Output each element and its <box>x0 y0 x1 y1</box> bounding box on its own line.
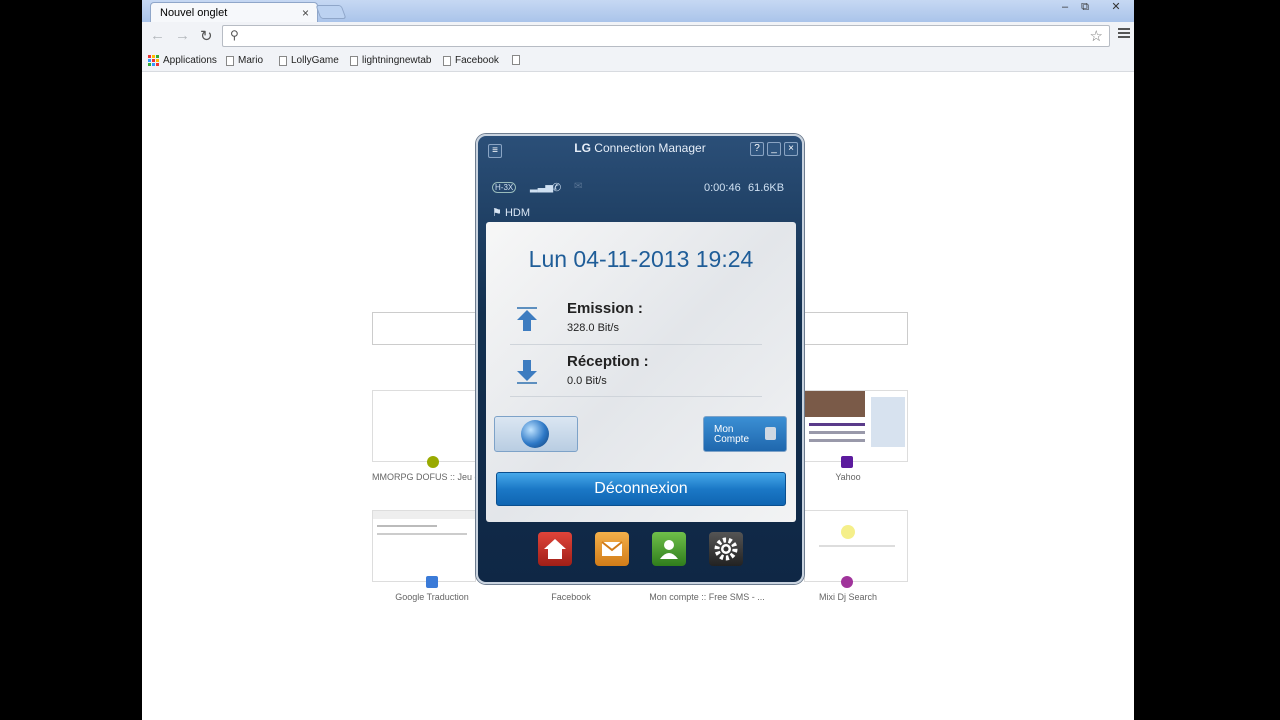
forward-icon[interactable]: → <box>175 27 190 44</box>
minimize-button[interactable]: _ <box>767 142 781 156</box>
bookmark-lollygame[interactable]: LollyGame <box>279 55 339 66</box>
reload-icon[interactable]: ↻ <box>200 27 213 45</box>
bookmark-label: Mario <box>238 55 264 66</box>
ntp-thumbnail-yahoo[interactable] <box>804 390 908 462</box>
close-window-button[interactable]: ✕ <box>1102 0 1130 16</box>
thumbnail-label: Facebook <box>551 592 591 602</box>
bookmark-unnamed[interactable] <box>512 55 520 65</box>
page-icon <box>512 55 520 65</box>
profile-indicator: ⚑ HDM <box>492 206 530 219</box>
disconnect-button[interactable]: Déconnexion <box>496 472 786 506</box>
phone-icon: ✆ <box>552 182 562 194</box>
emission-label: Emission : <box>567 300 643 317</box>
page-icon <box>350 55 358 66</box>
message-icon: ✉ <box>574 181 583 192</box>
bookmark-lightningnewtab[interactable]: lightningnewtab <box>350 55 432 66</box>
gear-icon <box>714 537 738 561</box>
tab-close-icon[interactable]: × <box>302 6 309 20</box>
bookmark-label: Applications <box>163 55 217 66</box>
bookmark-label: lightningnewtab <box>362 55 432 66</box>
mixi-favicon <box>841 576 853 588</box>
lock-icon <box>765 427 776 440</box>
lg-connection-manager-window: ≡ LG Connection Manager ? _ × H-3X ▂▃▅ ✆… <box>476 134 804 584</box>
ntp-thumbnail-mixi[interactable] <box>804 510 908 582</box>
flag-icon: ⚑ <box>492 207 502 219</box>
tab-title: Nouvel onglet <box>160 7 228 19</box>
desktop: Nouvel onglet × – ⧉ ✕ ← → ↻ ⚲ ☆ Applicat… <box>0 0 1280 720</box>
network-type-icon: H-3X <box>492 182 517 193</box>
help-button[interactable]: ? <box>750 142 764 156</box>
profile-name: HDM <box>504 207 530 219</box>
status-bar: H-3X ▂▃▅ ✆ ✉ 0:00:46 61.6KB <box>492 181 792 196</box>
apps-icon <box>148 55 159 66</box>
bookmark-applications[interactable]: Applications <box>148 55 217 66</box>
divider <box>510 344 762 345</box>
new-tab-button[interactable] <box>315 5 347 19</box>
signal-icon: ▂▃▅ <box>530 182 554 193</box>
connection-panel: Lun 04-11-2013 19:24 Emission : 328.0 Bi… <box>486 222 796 522</box>
connection-timer: 0:00:46 <box>704 182 741 194</box>
thumbnail-label: MMORPG DOFUS :: Jeu d <box>372 472 480 482</box>
minimize-window-button[interactable]: – <box>1056 0 1074 16</box>
page-icon <box>279 55 287 66</box>
tab-new-tab[interactable]: Nouvel onglet × <box>150 2 318 22</box>
yahoo-favicon <box>841 456 853 468</box>
emission-rate: 328.0 Bit/s <box>567 322 619 334</box>
contact-icon <box>660 540 678 559</box>
thumbnail-label: Mixi Dj Search <box>818 592 877 602</box>
envelope-icon <box>601 541 623 556</box>
data-usage: 61.6KB <box>748 182 785 194</box>
bookmark-label: LollyGame <box>291 55 339 66</box>
thumbnail-label: Google Traduction <box>395 592 469 602</box>
ntp-thumbnail-google-traduction[interactable] <box>372 510 476 582</box>
home-button[interactable] <box>538 532 572 566</box>
bookmark-star-icon[interactable]: ☆ <box>1090 27 1103 45</box>
bookmark-mario[interactable]: Mario <box>226 55 263 66</box>
home-icon <box>544 539 566 559</box>
bookmark-label: Facebook <box>455 55 499 66</box>
address-bar[interactable]: ⚲ ☆ <box>222 25 1110 47</box>
close-button[interactable]: × <box>784 142 798 156</box>
connection-datetime: Lun 04-11-2013 19:24 <box>528 246 754 272</box>
bookmark-facebook[interactable]: Facebook <box>443 55 499 66</box>
upload-arrow-icon <box>517 307 537 331</box>
search-icon: ⚲ <box>230 28 239 42</box>
divider <box>510 396 762 397</box>
tab-strip: Nouvel onglet × – ⧉ ✕ <box>142 0 1134 22</box>
ntp-thumbnail-dofus[interactable] <box>372 390 476 462</box>
settings-button[interactable] <box>709 532 743 566</box>
globe-icon <box>521 420 549 448</box>
my-account-button[interactable]: Mon Compte <box>703 416 787 452</box>
browser-launch-button[interactable] <box>494 416 578 452</box>
dofus-favicon <box>427 456 439 468</box>
chrome-menu-icon[interactable] <box>1118 28 1130 42</box>
download-arrow-icon <box>517 360 537 384</box>
lg-brand: LG <box>574 141 591 155</box>
page-icon <box>443 55 451 66</box>
navigation-toolbar: ← → ↻ ⚲ ☆ <box>142 22 1134 50</box>
page-icon <box>226 55 234 66</box>
contacts-button[interactable] <box>652 532 686 566</box>
restore-window-button[interactable]: ⧉ <box>1076 0 1094 16</box>
reception-rate: 0.0 Bit/s <box>567 375 607 387</box>
back-icon[interactable]: ← <box>150 27 165 44</box>
google-translate-favicon <box>426 576 438 588</box>
lg-title-text: Connection Manager <box>594 141 706 155</box>
bookmarks-bar: Applications Mario LollyGame lightningne… <box>142 50 1134 72</box>
sms-button[interactable] <box>595 532 629 566</box>
thumbnail-label: Mon compte :: Free SMS - ... <box>649 592 765 602</box>
reception-label: Réception : <box>567 353 649 370</box>
